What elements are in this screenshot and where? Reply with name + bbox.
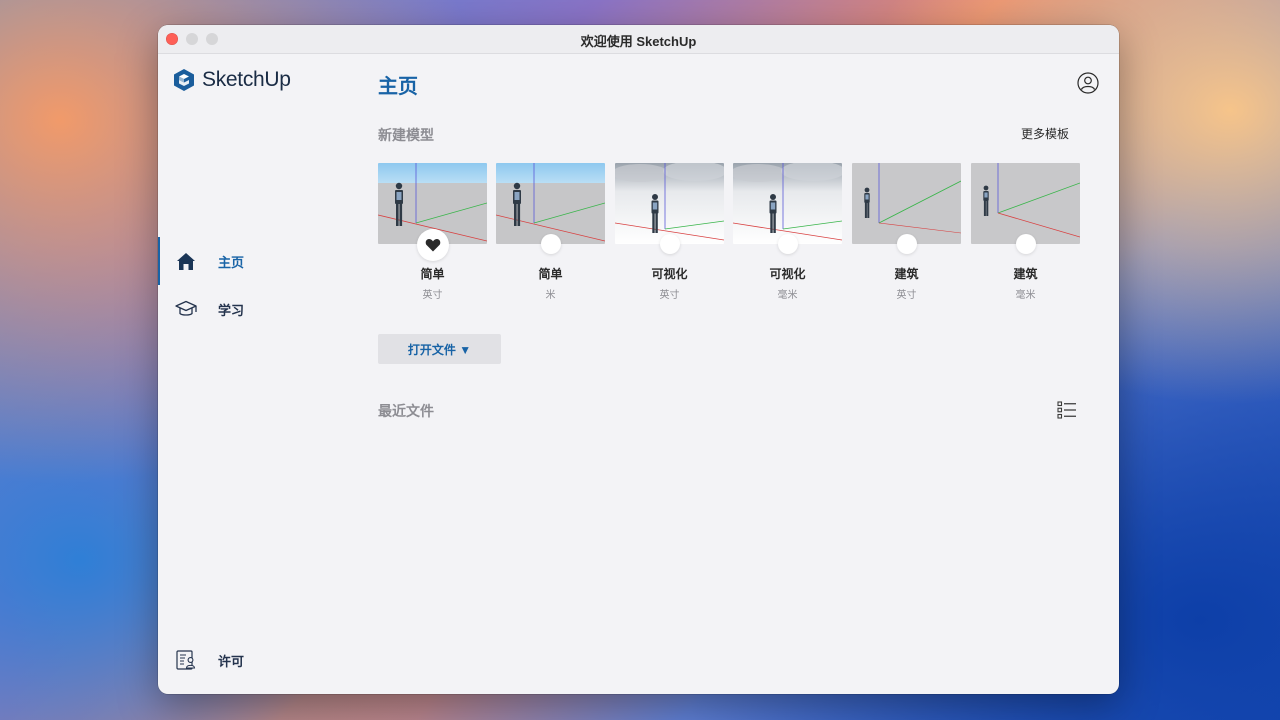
template-card[interactable]: 建筑 英寸 <box>852 163 961 303</box>
sidebar-item-home[interactable]: 主页 <box>158 237 358 285</box>
recent-files-heading: 最近文件 <box>378 403 434 419</box>
sidebar-item-license[interactable]: 许可 <box>158 636 358 684</box>
sketchup-logo: SketchUp <box>172 68 291 92</box>
sketchup-welcome-window: 欢迎使用 SketchUp SketchUp 主页 学习 许可 主页 新建模型 … <box>158 25 1119 694</box>
template-thumbnail[interactable] <box>615 163 724 244</box>
template-unit: 英寸 <box>422 290 443 301</box>
favorite-button[interactable] <box>1016 234 1036 254</box>
active-indicator <box>158 237 160 285</box>
template-name: 简单 <box>538 267 563 281</box>
template-unit: 毫米 <box>777 290 798 301</box>
template-name: 可视化 <box>651 267 688 281</box>
heart-icon <box>425 238 441 252</box>
sidebar-item-label: 许可 <box>218 653 245 669</box>
sidebar-item-learn[interactable]: 学习 <box>158 285 358 333</box>
home-icon <box>177 253 195 270</box>
template-card[interactable]: 建筑 毫米 <box>971 163 1080 303</box>
template-thumbnail[interactable] <box>852 163 961 244</box>
brand-name: SketchUp <box>202 68 291 91</box>
favorite-button[interactable] <box>660 234 680 254</box>
window-title: 欢迎使用 SketchUp <box>580 34 697 49</box>
more-templates-link[interactable]: 更多模板 <box>1021 125 1069 142</box>
template-thumbnail[interactable] <box>971 163 1080 244</box>
template-thumbnail[interactable] <box>733 163 842 244</box>
template-unit: 米 <box>545 290 556 301</box>
graduation-cap-icon <box>175 300 197 316</box>
template-card[interactable]: 简单 米 <box>496 163 605 303</box>
template-unit: 毫米 <box>1015 290 1036 301</box>
favorite-button[interactable] <box>897 234 917 254</box>
page-title: 主页 <box>378 76 418 98</box>
template-unit: 英寸 <box>896 290 917 301</box>
sidebar-item-label: 主页 <box>218 254 245 270</box>
template-card[interactable]: 可视化 英寸 <box>615 163 724 303</box>
template-name: 简单 <box>420 267 445 281</box>
open-file-button[interactable]: 打开文件 ▼ <box>378 334 501 364</box>
favorite-button[interactable] <box>778 234 798 254</box>
list-view-icon[interactable] <box>1057 400 1077 420</box>
title-bar[interactable]: 欢迎使用 SketchUp <box>158 25 1119 54</box>
template-name: 可视化 <box>769 267 806 281</box>
template-card[interactable]: 可视化 毫米 <box>733 163 842 303</box>
favorite-button[interactable] <box>417 229 449 261</box>
template-card[interactable]: 简单 英寸 <box>378 163 487 303</box>
new-model-heading: 新建模型 <box>378 127 434 143</box>
template-thumbnail[interactable] <box>496 163 605 244</box>
template-name: 建筑 <box>1013 267 1038 281</box>
sidebar-item-label: 学习 <box>218 302 245 318</box>
sketchup-logo-icon <box>174 69 194 91</box>
license-icon <box>176 650 196 670</box>
account-icon[interactable] <box>1077 72 1099 94</box>
template-name: 建筑 <box>894 267 919 281</box>
template-unit: 英寸 <box>659 290 680 301</box>
favorite-button[interactable] <box>541 234 561 254</box>
